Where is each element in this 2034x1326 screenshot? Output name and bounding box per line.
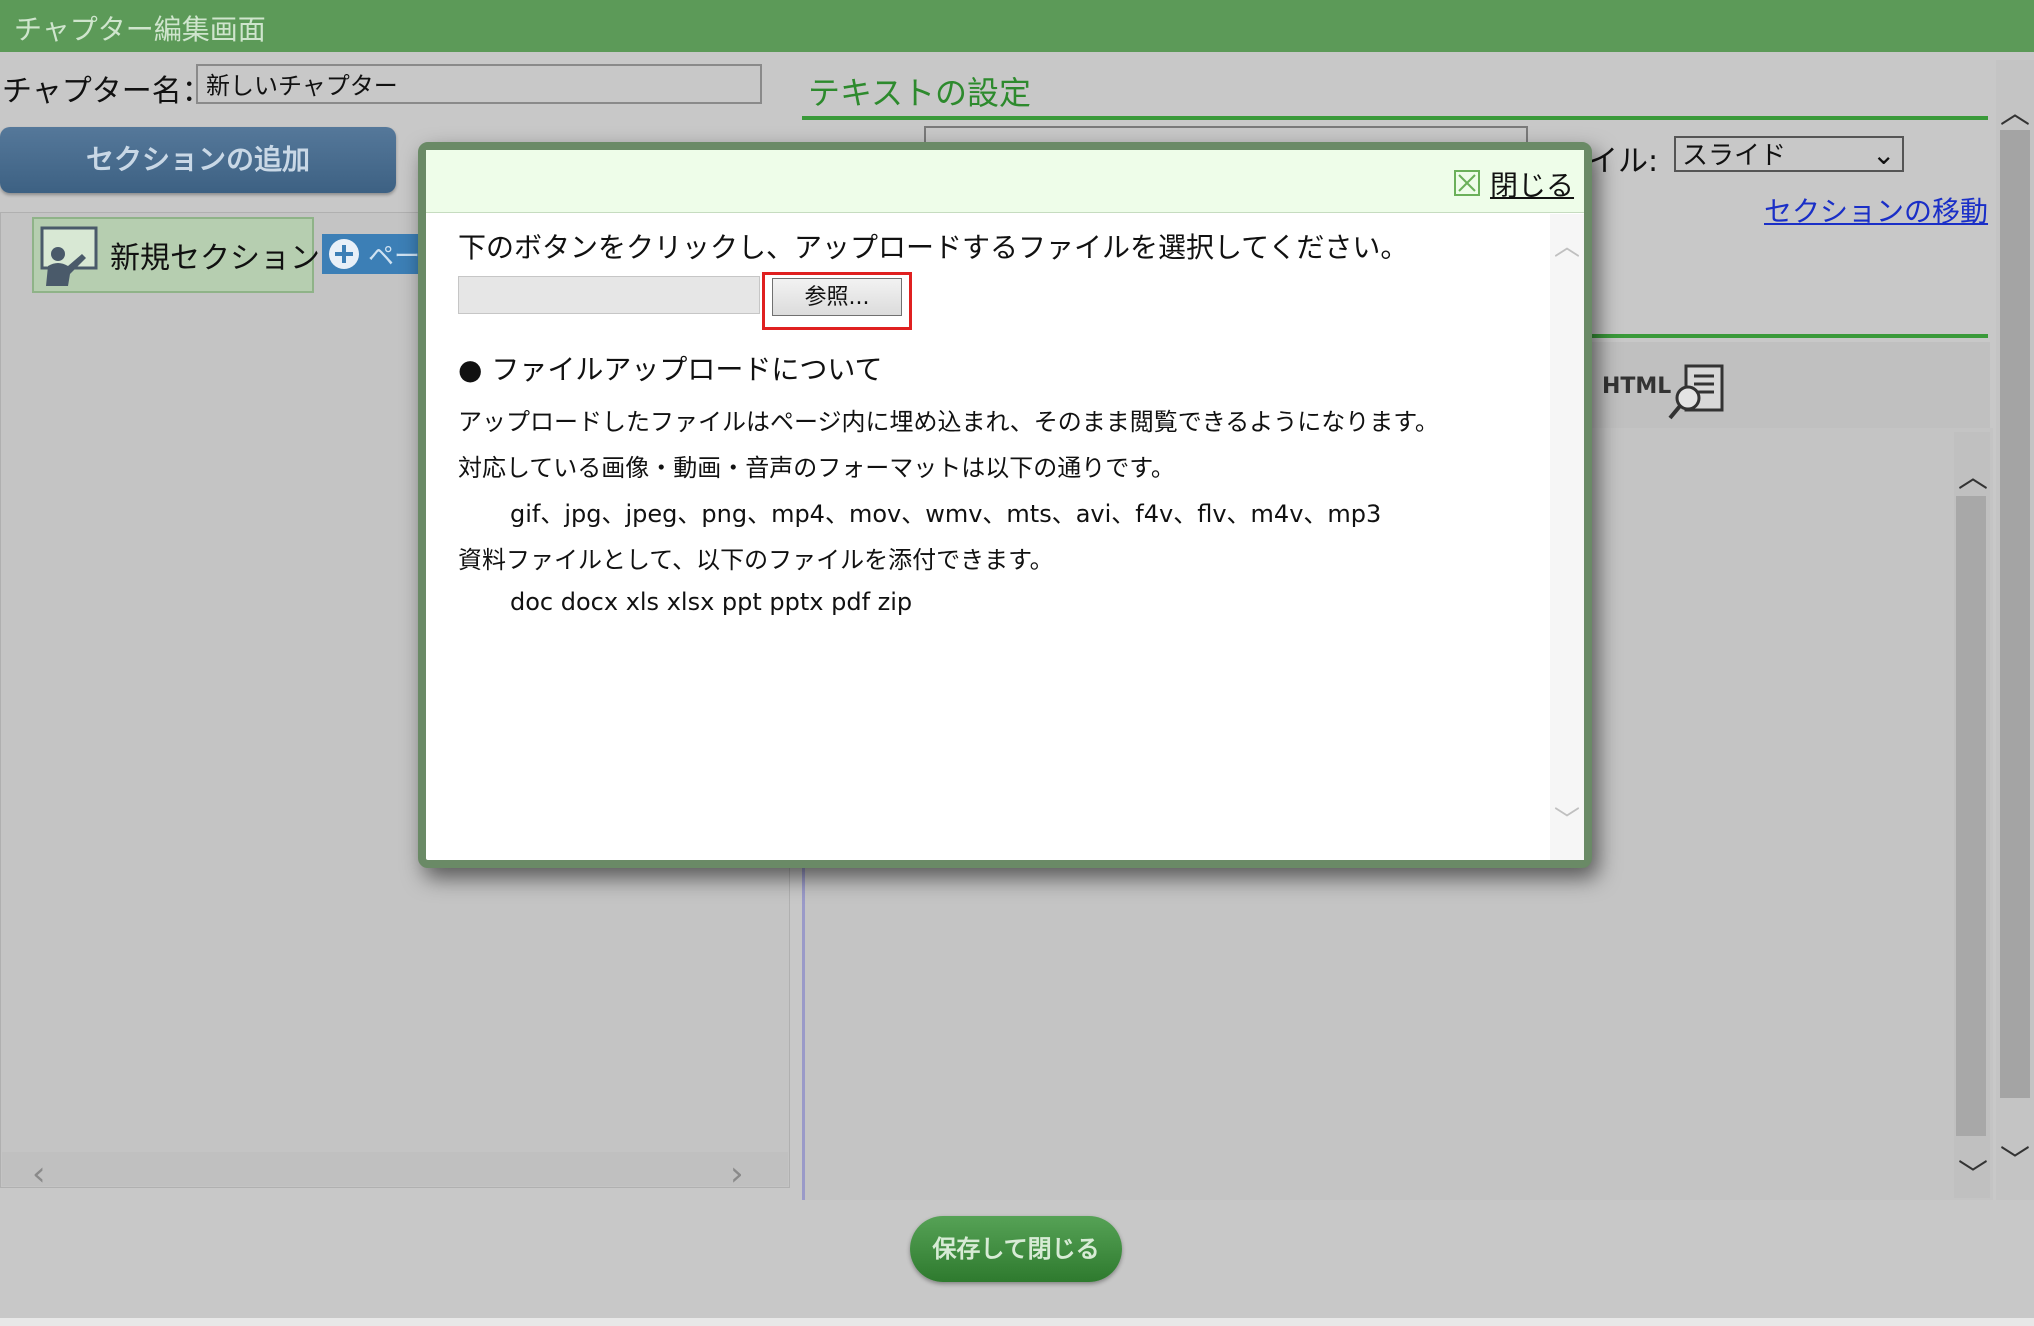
title-bar: チャプター編集画面 <box>0 0 2034 52</box>
scroll-down-icon[interactable]: ﹀ <box>1554 800 1580 837</box>
html-mode-icon[interactable]: HTML <box>1602 374 1671 399</box>
scroll-up-icon[interactable]: ︿ <box>1554 226 1580 263</box>
close-x-icon[interactable] <box>1454 170 1480 196</box>
add-page-label: ペー <box>368 242 421 272</box>
style-select[interactable]: スライド <box>1674 136 1904 172</box>
divider <box>802 116 1988 120</box>
close-link[interactable]: 閉じる <box>1490 164 1574 204</box>
scroll-right-icon[interactable]: › <box>730 1154 744 1194</box>
section-label: 新規セクション <box>110 241 320 276</box>
style-label: イル: <box>1588 144 1659 179</box>
scroll-up-icon[interactable]: ︿ <box>2000 88 2030 132</box>
dialog-vertical-scrollbar[interactable] <box>1550 214 1584 860</box>
chapter-name-input[interactable]: 新しいチャプター <box>196 64 762 104</box>
preview-icon[interactable] <box>1666 360 1728 422</box>
info-text: 対応している画像・動画・音声のフォーマットは以下の通りです。 <box>458 454 1175 482</box>
info-text: 資料ファイルとして、以下のファイルを添付できます。 <box>458 546 1054 574</box>
scroll-down-icon[interactable]: ﹀ <box>2000 1136 2030 1180</box>
dialog-header: 閉じる <box>426 150 1584 213</box>
add-section-button[interactable]: セクションの追加 <box>0 127 396 193</box>
add-page-button[interactable]: ペー <box>322 234 420 274</box>
chapter-name-label: チャプター名： <box>2 74 212 109</box>
bottom-strip <box>0 1318 2034 1326</box>
move-section-link[interactable]: セクションの移動 <box>1764 190 1988 230</box>
file-upload-dialog: 閉じる 下のボタンをクリックし、アップロードするファイルを選択してください。 参… <box>418 142 1592 868</box>
save-and-close-button[interactable]: 保存して閉じる <box>910 1216 1122 1282</box>
info-text: アップロードしたファイルはページ内に埋め込まれ、そのまま閲覧できるようになります… <box>458 408 1439 436</box>
teacher-icon <box>38 224 100 286</box>
scroll-left-icon[interactable]: ‹ <box>32 1154 46 1194</box>
left-horizontal-scrollbar[interactable] <box>2 1152 788 1186</box>
scroll-up-icon[interactable]: ︿ <box>1958 452 1988 496</box>
document-format-list: doc docx xls xlsx ppt pptx pdf zip <box>510 588 913 616</box>
file-path-field <box>458 276 760 314</box>
upload-instruction: 下のボタンをクリックし、アップロードするファイルを選択してください。 <box>458 231 1409 264</box>
text-settings-title: テキストの設定 <box>808 74 1032 112</box>
chevron-down-icon[interactable]: ⌄ <box>1872 138 1895 171</box>
scroll-down-icon[interactable]: ﹀ <box>1958 1150 1988 1194</box>
about-upload-heading: ● ファイルアップロードについて <box>458 353 883 386</box>
editor-scroll-thumb[interactable] <box>1956 496 1986 1136</box>
media-format-list: gif、jpg、jpeg、png、mp4、mov、wmv、mts、avi、f4v… <box>510 500 1382 528</box>
window-title: チャプター編集画面 <box>14 13 266 46</box>
plus-circle-icon <box>329 239 359 269</box>
page-scroll-thumb[interactable] <box>2000 130 2030 1098</box>
browse-button[interactable]: 参照... <box>772 278 902 316</box>
